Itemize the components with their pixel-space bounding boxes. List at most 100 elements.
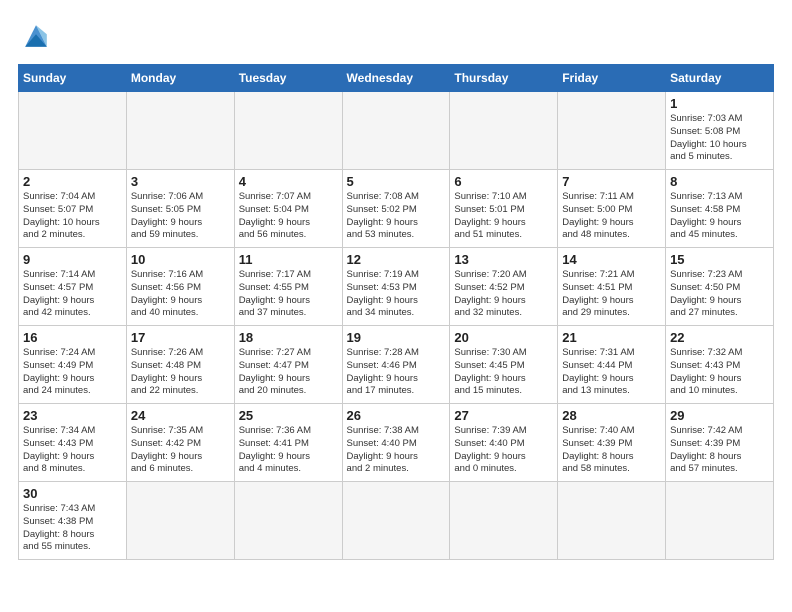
weekday-header-friday: Friday [558, 65, 666, 92]
day-number: 13 [454, 252, 553, 267]
weekday-header-wednesday: Wednesday [342, 65, 450, 92]
day-info: Sunrise: 7:28 AM Sunset: 4:46 PM Dayligh… [347, 347, 446, 398]
day-info: Sunrise: 7:40 AM Sunset: 4:39 PM Dayligh… [562, 425, 661, 476]
day-cell: 24Sunrise: 7:35 AM Sunset: 4:42 PM Dayli… [126, 404, 234, 482]
day-cell [234, 482, 342, 560]
week-row-6: 30 Sunrise: 7:43 AM Sunset: 4:38 PM Dayli… [19, 482, 774, 560]
day-info: Sunrise: 7:21 AM Sunset: 4:51 PM Dayligh… [562, 269, 661, 320]
day-number: 21 [562, 330, 661, 345]
day-number: 18 [239, 330, 338, 345]
day-info: Sunrise: 7:03 AM Sunset: 5:08 PM Dayligh… [670, 113, 769, 164]
day-info: Sunrise: 7:20 AM Sunset: 4:52 PM Dayligh… [454, 269, 553, 320]
day-cell: 13 Sunrise: 7:20 AM Sunset: 4:52 PM Dayli… [450, 248, 558, 326]
day-cell: 16 Sunrise: 7:24 AM Sunset: 4:49 PM Dayli… [19, 326, 127, 404]
day-info: Sunrise: 7:06 AM Sunset: 5:05 PM Dayligh… [131, 191, 230, 242]
week-row-5: 23Sunrise: 7:34 AM Sunset: 4:43 PM Dayli… [19, 404, 774, 482]
day-number: 22 [670, 330, 769, 345]
day-cell: 19Sunrise: 7:28 AM Sunset: 4:46 PM Dayli… [342, 326, 450, 404]
day-info: Sunrise: 7:36 AM Sunset: 4:41 PM Dayligh… [239, 425, 338, 476]
day-cell [19, 92, 127, 170]
day-info: Sunrise: 7:04 AM Sunset: 5:07 PM Dayligh… [23, 191, 122, 242]
day-info: Sunrise: 7:38 AM Sunset: 4:40 PM Dayligh… [347, 425, 446, 476]
week-row-4: 16 Sunrise: 7:24 AM Sunset: 4:49 PM Dayli… [19, 326, 774, 404]
day-info: Sunrise: 7:43 AM Sunset: 4:38 PM Dayligh… [23, 503, 122, 554]
day-cell: 21 Sunrise: 7:31 AM Sunset: 4:44 PM Dayli… [558, 326, 666, 404]
day-number: 12 [347, 252, 446, 267]
weekday-header-tuesday: Tuesday [234, 65, 342, 92]
day-cell [126, 482, 234, 560]
day-info: Sunrise: 7:27 AM Sunset: 4:47 PM Dayligh… [239, 347, 338, 398]
day-number: 2 [23, 174, 122, 189]
day-cell: 6Sunrise: 7:10 AM Sunset: 5:01 PM Daylig… [450, 170, 558, 248]
weekday-header-monday: Monday [126, 65, 234, 92]
day-number: 4 [239, 174, 338, 189]
header [18, 18, 774, 54]
day-number: 29 [670, 408, 769, 423]
day-number: 24 [131, 408, 230, 423]
day-info: Sunrise: 7:08 AM Sunset: 5:02 PM Dayligh… [347, 191, 446, 242]
day-cell: 2 Sunrise: 7:04 AM Sunset: 5:07 PM Daylig… [19, 170, 127, 248]
day-number: 10 [131, 252, 230, 267]
day-number: 7 [562, 174, 661, 189]
day-cell [666, 482, 774, 560]
day-number: 25 [239, 408, 338, 423]
day-cell: 18 Sunrise: 7:27 AM Sunset: 4:47 PM Dayli… [234, 326, 342, 404]
page: SundayMondayTuesdayWednesdayThursdayFrid… [0, 0, 792, 612]
day-number: 1 [670, 96, 769, 111]
day-cell: 11Sunrise: 7:17 AM Sunset: 4:55 PM Dayli… [234, 248, 342, 326]
logo [18, 18, 60, 54]
day-number: 16 [23, 330, 122, 345]
day-cell [342, 482, 450, 560]
day-info: Sunrise: 7:14 AM Sunset: 4:57 PM Dayligh… [23, 269, 122, 320]
day-number: 9 [23, 252, 122, 267]
day-cell: 5 Sunrise: 7:08 AM Sunset: 5:02 PM Daylig… [342, 170, 450, 248]
day-cell [558, 92, 666, 170]
day-info: Sunrise: 7:17 AM Sunset: 4:55 PM Dayligh… [239, 269, 338, 320]
day-info: Sunrise: 7:13 AM Sunset: 4:58 PM Dayligh… [670, 191, 769, 242]
day-info: Sunrise: 7:24 AM Sunset: 4:49 PM Dayligh… [23, 347, 122, 398]
day-number: 15 [670, 252, 769, 267]
week-row-2: 2 Sunrise: 7:04 AM Sunset: 5:07 PM Daylig… [19, 170, 774, 248]
day-info: Sunrise: 7:31 AM Sunset: 4:44 PM Dayligh… [562, 347, 661, 398]
day-info: Sunrise: 7:39 AM Sunset: 4:40 PM Dayligh… [454, 425, 553, 476]
week-row-3: 9 Sunrise: 7:14 AM Sunset: 4:57 PM Daylig… [19, 248, 774, 326]
day-cell: 9 Sunrise: 7:14 AM Sunset: 4:57 PM Daylig… [19, 248, 127, 326]
day-cell: 14 Sunrise: 7:21 AM Sunset: 4:51 PM Dayli… [558, 248, 666, 326]
day-cell: 27Sunrise: 7:39 AM Sunset: 4:40 PM Dayli… [450, 404, 558, 482]
day-cell [126, 92, 234, 170]
day-number: 8 [670, 174, 769, 189]
day-number: 23 [23, 408, 122, 423]
day-number: 3 [131, 174, 230, 189]
day-info: Sunrise: 7:10 AM Sunset: 5:01 PM Dayligh… [454, 191, 553, 242]
day-number: 30 [23, 486, 122, 501]
day-number: 14 [562, 252, 661, 267]
calendar: SundayMondayTuesdayWednesdayThursdayFrid… [18, 64, 774, 560]
day-cell [558, 482, 666, 560]
day-cell: 12 Sunrise: 7:19 AM Sunset: 4:53 PM Dayli… [342, 248, 450, 326]
day-cell: 8 Sunrise: 7:13 AM Sunset: 4:58 PM Daylig… [666, 170, 774, 248]
day-cell: 3 Sunrise: 7:06 AM Sunset: 5:05 PM Daylig… [126, 170, 234, 248]
day-number: 5 [347, 174, 446, 189]
day-cell: 4Sunrise: 7:07 AM Sunset: 5:04 PM Daylig… [234, 170, 342, 248]
day-info: Sunrise: 7:30 AM Sunset: 4:45 PM Dayligh… [454, 347, 553, 398]
day-info: Sunrise: 7:32 AM Sunset: 4:43 PM Dayligh… [670, 347, 769, 398]
day-info: Sunrise: 7:11 AM Sunset: 5:00 PM Dayligh… [562, 191, 661, 242]
day-cell [234, 92, 342, 170]
day-cell: 28 Sunrise: 7:40 AM Sunset: 4:39 PM Dayli… [558, 404, 666, 482]
day-cell: 25 Sunrise: 7:36 AM Sunset: 4:41 PM Dayli… [234, 404, 342, 482]
day-number: 26 [347, 408, 446, 423]
day-cell: 15Sunrise: 7:23 AM Sunset: 4:50 PM Dayli… [666, 248, 774, 326]
day-number: 28 [562, 408, 661, 423]
day-cell: 10Sunrise: 7:16 AM Sunset: 4:56 PM Dayli… [126, 248, 234, 326]
weekday-header-thursday: Thursday [450, 65, 558, 92]
day-cell: 26 Sunrise: 7:38 AM Sunset: 4:40 PM Dayli… [342, 404, 450, 482]
day-info: Sunrise: 7:19 AM Sunset: 4:53 PM Dayligh… [347, 269, 446, 320]
day-cell: 7 Sunrise: 7:11 AM Sunset: 5:00 PM Daylig… [558, 170, 666, 248]
day-cell: 23Sunrise: 7:34 AM Sunset: 4:43 PM Dayli… [19, 404, 127, 482]
day-cell: 22 Sunrise: 7:32 AM Sunset: 4:43 PM Dayli… [666, 326, 774, 404]
week-row-1: 1 Sunrise: 7:03 AM Sunset: 5:08 PM Daylig… [19, 92, 774, 170]
day-number: 20 [454, 330, 553, 345]
weekday-header-sunday: Sunday [19, 65, 127, 92]
day-info: Sunrise: 7:42 AM Sunset: 4:39 PM Dayligh… [670, 425, 769, 476]
day-cell: 30 Sunrise: 7:43 AM Sunset: 4:38 PM Dayli… [19, 482, 127, 560]
